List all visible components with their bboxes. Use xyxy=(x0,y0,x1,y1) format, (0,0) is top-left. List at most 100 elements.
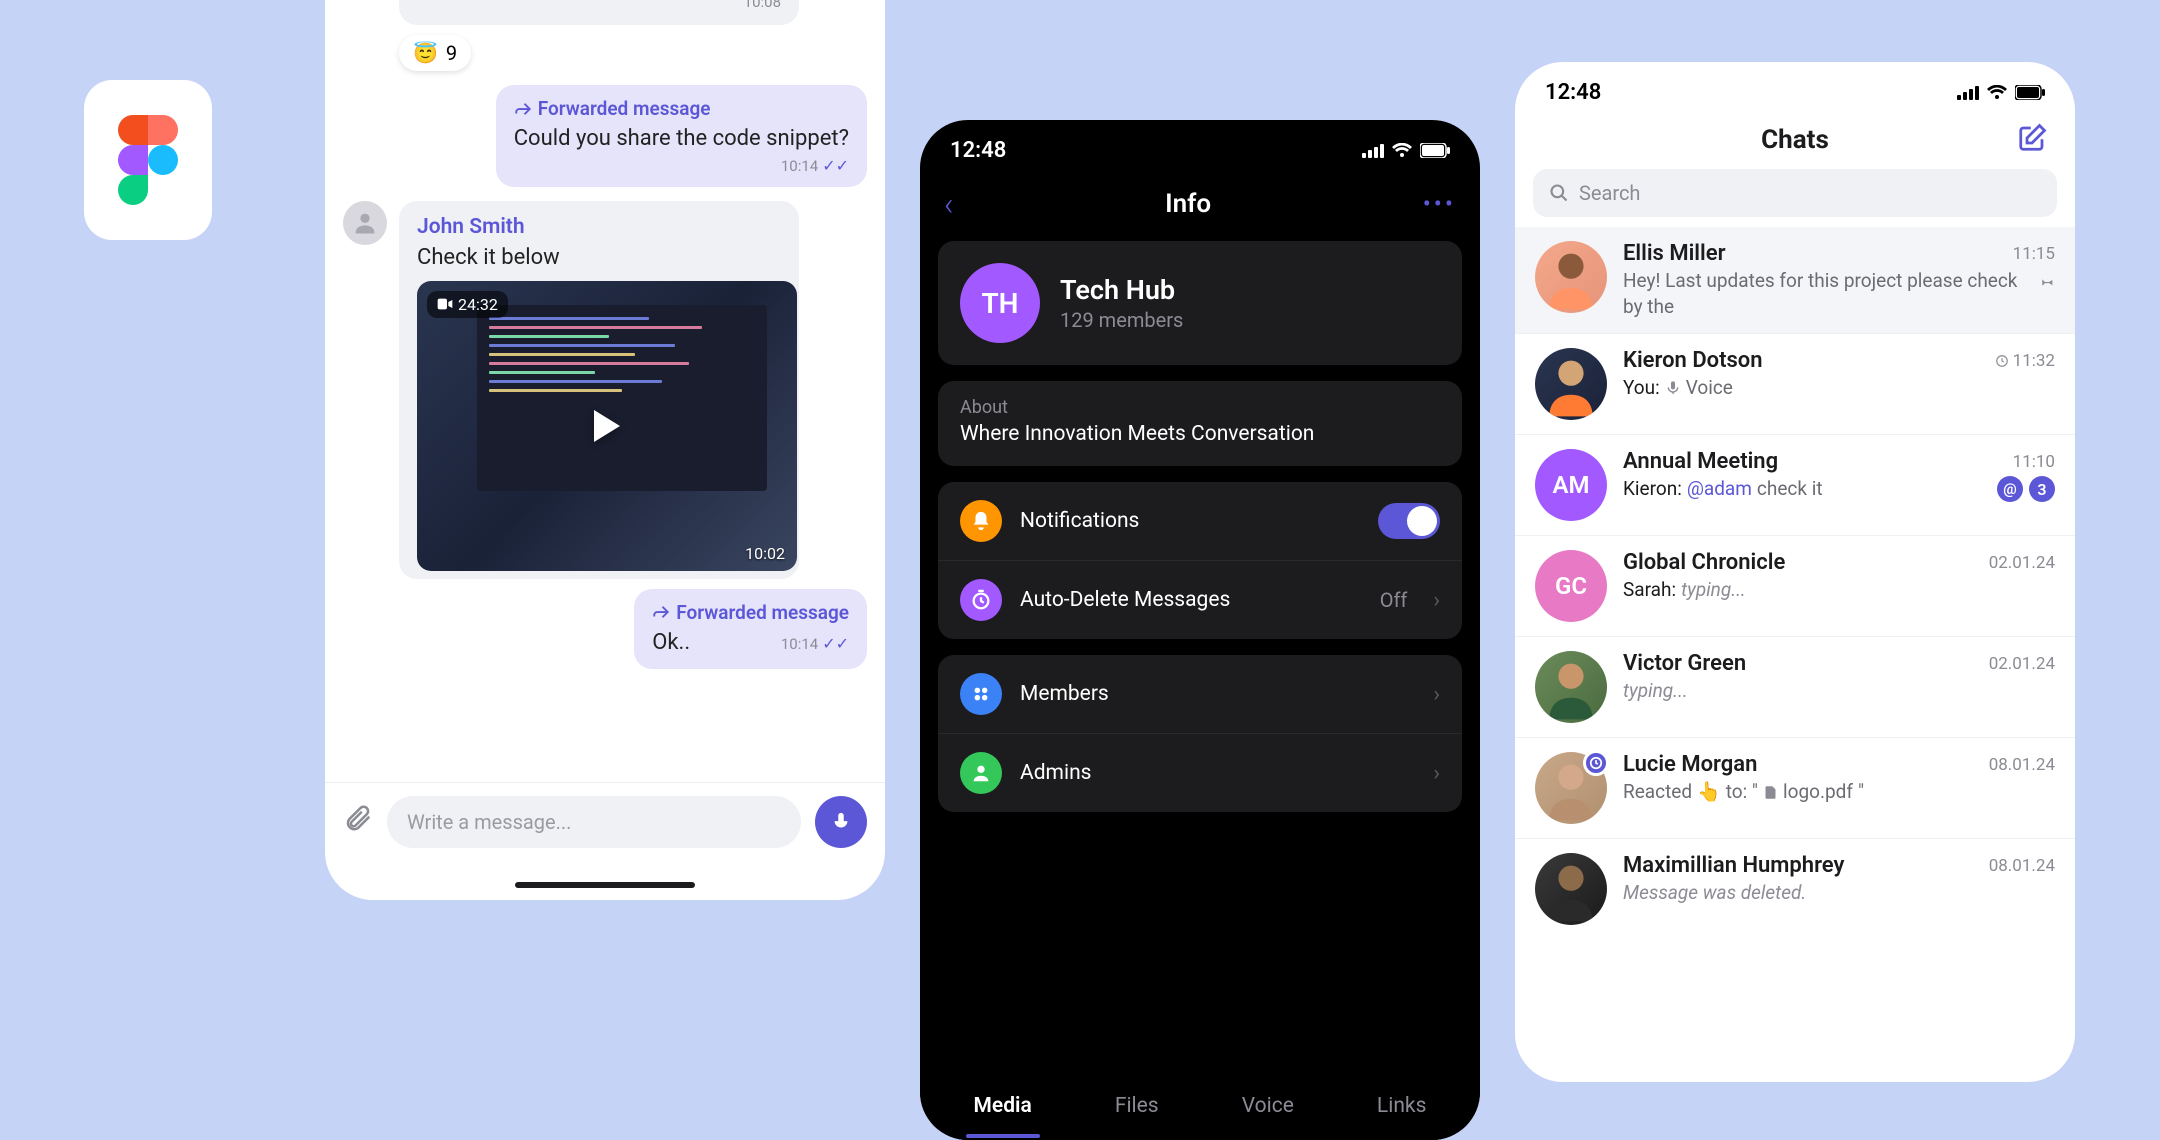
chat-name: Annual Meeting xyxy=(1623,449,1778,474)
search-icon xyxy=(1549,183,1569,203)
reaction-chip[interactable]: 😇 9 xyxy=(399,35,471,71)
message-incoming[interactable]: John Smith Check it below xyxy=(343,201,867,579)
video-icon xyxy=(437,298,453,310)
chat-row[interactable]: Kieron Dotson 11:32 You: Voice xyxy=(1515,334,2075,435)
chat-preview: Reacted 👆 to: " logo.pdf" xyxy=(1623,779,2055,805)
mention-badge: @ xyxy=(1997,476,2023,502)
figma-logo-badge xyxy=(84,80,212,240)
tab-voice[interactable]: Voice xyxy=(1234,1094,1302,1118)
chat-avatar xyxy=(1535,241,1607,313)
chat-name: Maximillian Humphrey xyxy=(1623,853,1844,878)
message-time: 10:08 xyxy=(417,0,781,11)
autodelete-value: Off xyxy=(1380,588,1408,612)
tab-links[interactable]: Links xyxy=(1369,1094,1435,1118)
more-menu-button[interactable]: ••• xyxy=(1423,190,1456,218)
message-time: 10:14 xyxy=(781,635,818,653)
message-time: 10:14 xyxy=(781,157,818,175)
message-outgoing[interactable]: Forwarded message Could you share the co… xyxy=(496,85,867,187)
avatar-icon xyxy=(343,201,387,245)
admins-row[interactable]: Admins › xyxy=(938,733,1462,812)
search-input[interactable]: Search xyxy=(1533,169,2057,217)
wifi-icon xyxy=(1987,85,2007,101)
tab-files[interactable]: Files xyxy=(1107,1094,1167,1118)
message-input-bar: Write a message... xyxy=(325,782,885,860)
back-button[interactable]: ‹ xyxy=(944,185,954,223)
chat-name: Kieron Dotson xyxy=(1623,348,1763,373)
play-icon xyxy=(594,410,620,442)
sender-name: John Smith xyxy=(417,215,781,239)
notifications-toggle[interactable] xyxy=(1378,503,1440,539)
message-text: Could you share the code snippet? xyxy=(514,124,849,154)
bell-icon xyxy=(960,500,1002,542)
compose-icon xyxy=(2017,123,2047,153)
chat-row[interactable]: Lucie Morgan 08.01.24 Reacted 👆 to: " lo… xyxy=(1515,738,2075,839)
members-row[interactable]: Members › xyxy=(938,655,1462,733)
chat-avatar xyxy=(1535,348,1607,420)
signal-icon xyxy=(1362,144,1384,158)
chat-time: 11:10 xyxy=(2013,452,2055,472)
signal-icon xyxy=(1957,86,1979,100)
chat-preview: Sarah: typing... xyxy=(1623,577,2055,603)
message-incoming[interactable]: Michael Brown Need some help, folks. Any… xyxy=(343,0,867,25)
chat-row[interactable]: Ellis Miller 11:15 Hey! Last updates for… xyxy=(1515,227,2075,334)
about-text: Where Innovation Meets Conversation xyxy=(960,422,1440,446)
chat-preview: Message was deleted. xyxy=(1623,880,2055,906)
chevron-right-icon: › xyxy=(1433,682,1440,707)
video-attachment[interactable]: 24:32 10:02 xyxy=(417,281,797,571)
management-card: Members › Admins › xyxy=(938,655,1462,812)
message-input[interactable]: Write a message... xyxy=(387,796,801,848)
chevron-right-icon: › xyxy=(1433,588,1440,613)
group-member-count: 129 members xyxy=(1060,308,1183,332)
admins-icon xyxy=(960,752,1002,794)
mic-icon xyxy=(1665,380,1681,396)
chat-time: 02.01.24 xyxy=(1989,654,2055,674)
chat-preview: typing... xyxy=(1623,678,2055,704)
group-info-screen: 12:48 ‹ Info ••• TH Tech Hub 129 members… xyxy=(920,120,1480,1140)
chats-list-screen: 12:48 Chats Search Ellis Miller 11:15 He… xyxy=(1515,62,2075,1082)
video-duration-badge: 24:32 xyxy=(427,291,508,318)
tab-media[interactable]: Media xyxy=(966,1094,1040,1118)
reaction-emoji: 😇 xyxy=(413,41,438,65)
nav-title: Info xyxy=(1165,189,1211,219)
autodelete-row[interactable]: Auto-Delete Messages Off › xyxy=(938,560,1462,639)
unread-badge: 3 xyxy=(2029,476,2055,502)
compose-button[interactable] xyxy=(2017,123,2047,157)
chat-avatar xyxy=(1535,752,1607,824)
group-header-card[interactable]: TH Tech Hub 129 members xyxy=(938,241,1462,365)
chat-row[interactable]: AM Annual Meeting 11:10 Kieron: @adam ch… xyxy=(1515,435,2075,536)
file-icon xyxy=(1763,785,1778,800)
status-bar: 12:48 xyxy=(1515,62,2075,113)
chat-row[interactable]: Maximillian Humphrey 08.01.24 Message wa… xyxy=(1515,839,2075,939)
media-tabs: Media Files Voice Links xyxy=(920,1074,1480,1140)
clock-icon xyxy=(1995,354,2009,368)
chat-name: Lucie Morgan xyxy=(1623,752,1757,777)
message-outgoing[interactable]: Forwarded message Ok.. 10:14✓✓ xyxy=(634,589,867,670)
chat-avatar: GC xyxy=(1535,550,1607,622)
forward-icon xyxy=(652,603,670,621)
forward-icon xyxy=(514,100,532,118)
chat-name: Global Chronicle xyxy=(1623,550,1785,575)
members-icon xyxy=(960,673,1002,715)
voice-record-button[interactable] xyxy=(815,796,867,848)
about-card: About Where Innovation Meets Conversatio… xyxy=(938,381,1462,466)
chats-header: Chats xyxy=(1515,113,2075,169)
chat-row[interactable]: Victor Green 02.01.24 typing... xyxy=(1515,637,2075,738)
chat-avatar: AM xyxy=(1535,449,1607,521)
chat-avatar xyxy=(1535,651,1607,723)
mic-icon xyxy=(830,811,852,833)
chat-preview: Hey! Last updates for this project pleas… xyxy=(1623,268,2025,319)
message-text: Check it below xyxy=(417,243,781,273)
notifications-row[interactable]: Notifications xyxy=(938,482,1462,560)
status-time: 12:48 xyxy=(950,138,1006,163)
attach-icon[interactable] xyxy=(343,803,373,841)
chat-time: 11:15 xyxy=(2013,244,2055,264)
wifi-icon xyxy=(1392,143,1412,159)
message-text: Ok.. xyxy=(652,628,690,658)
reaction-count: 9 xyxy=(446,41,457,65)
chat-row[interactable]: GC Global Chronicle 02.01.24 Sarah: typi… xyxy=(1515,536,2075,637)
forwarded-label: Forwarded message xyxy=(652,601,849,624)
chat-time: 11:32 xyxy=(1995,351,2055,371)
battery-icon xyxy=(1420,143,1450,158)
battery-icon xyxy=(2015,85,2045,100)
read-checks-icon: ✓✓ xyxy=(822,156,849,175)
